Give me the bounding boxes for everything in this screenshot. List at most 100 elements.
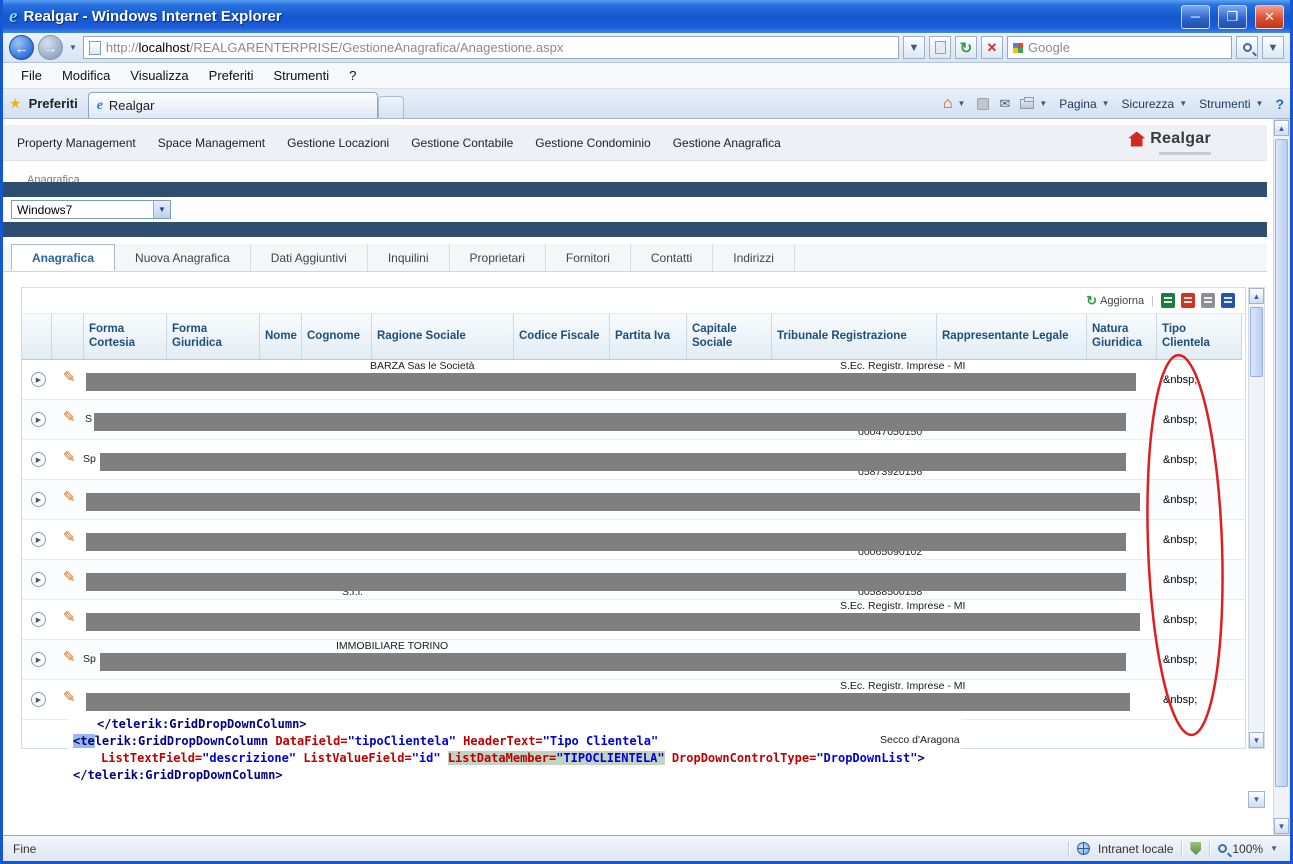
tab-inquilini[interactable]: Inquilini <box>368 244 450 271</box>
column-header-nome[interactable]: Nome <box>260 314 302 360</box>
column-header-natura-giuridica[interactable]: Natura Giuridica <box>1087 314 1157 360</box>
page-scrollbar[interactable]: ▲ ▼ <box>1273 119 1290 835</box>
menu-file[interactable]: File <box>11 65 52 86</box>
excel-export-icon[interactable] <box>1161 293 1175 308</box>
stop-button[interactable]: ✕ <box>981 36 1003 59</box>
zoom-control[interactable]: 100% ▼ <box>1218 842 1280 856</box>
edit-row-icon[interactable]: ✎ <box>63 410 76 425</box>
expand-row-icon[interactable]: ▶ <box>31 612 46 627</box>
scroll-up-icon[interactable]: ▲ <box>1249 288 1264 304</box>
address-dropdown-button[interactable]: ▼ <box>903 36 925 59</box>
zoom-dropdown-icon[interactable]: ▼ <box>1268 844 1280 853</box>
tab-nuova-anagrafica[interactable]: Nuova Anagrafica <box>115 244 251 271</box>
grid-refresh-button[interactable]: ↻ Aggiorna <box>1086 293 1144 309</box>
home-icon: ⌂ <box>942 94 953 112</box>
edit-row-icon[interactable]: ✎ <box>63 450 76 465</box>
tab-dati-aggiuntivi[interactable]: Dati Aggiuntivi <box>251 244 368 271</box>
address-field[interactable]: http://localhost/REALGARENTERPRISE/Gesti… <box>82 36 899 59</box>
tab-fornitori[interactable]: Fornitori <box>546 244 631 271</box>
expand-row-icon[interactable]: ▶ <box>31 412 46 427</box>
column-header-partita-iva[interactable]: Partita Iva <box>610 314 687 360</box>
app-nav-gestione-condominio[interactable]: Gestione Condominio <box>535 136 650 150</box>
expand-row-icon[interactable]: ▶ <box>31 492 46 507</box>
browser-tab[interactable]: e Realgar <box>87 92 378 118</box>
column-header-cognome[interactable]: Cognome <box>302 314 372 360</box>
column-header-rappresentante-legale[interactable]: Rappresentante Legale <box>937 314 1087 360</box>
app-nav-space-management[interactable]: Space Management <box>158 136 265 150</box>
page-menu-button[interactable]: Pagina ▼ <box>1059 97 1111 111</box>
page-scroll-down-icon[interactable]: ▼ <box>1274 818 1289 834</box>
search-input[interactable]: Google <box>1007 36 1232 59</box>
grid-scrollbar[interactable]: ▲ ▼ <box>1248 287 1265 749</box>
edit-row-icon[interactable]: ✎ <box>63 570 76 585</box>
expand-row-icon[interactable]: ▶ <box>31 372 46 387</box>
read-mail-button[interactable]: ✉ <box>999 96 1010 112</box>
feeds-button[interactable] <box>977 97 990 110</box>
tab-proprietari[interactable]: Proprietari <box>450 244 546 271</box>
menu-blank[interactable]: ? <box>339 65 366 86</box>
edit-row-icon[interactable]: ✎ <box>63 530 76 545</box>
scroll-down-icon[interactable]: ▼ <box>1249 732 1264 748</box>
app-nav-property-management[interactable]: Property Management <box>17 136 136 150</box>
logo-tagline <box>1159 152 1211 155</box>
app-nav-gestione-locazioni[interactable]: Gestione Locazioni <box>287 136 389 150</box>
tools-menu-button[interactable]: Strumenti ▼ <box>1199 97 1265 111</box>
code-token: ListTextField= <box>101 751 203 765</box>
back-button[interactable]: ← <box>9 35 34 60</box>
column-header-codice-fiscale[interactable]: Codice Fiscale <box>514 314 610 360</box>
home-button[interactable]: ⌂ ▼ <box>943 95 968 113</box>
tab-contatti[interactable]: Contatti <box>631 244 714 271</box>
row-text-fragment: BARZA Sas le Società <box>370 360 475 372</box>
edit-row-icon[interactable]: ✎ <box>63 650 76 665</box>
pane-scroll-down-icon[interactable]: ▼ <box>1248 791 1265 808</box>
ie-logo-icon: e <box>9 5 18 27</box>
printer-icon <box>1020 96 1035 109</box>
tab-anagrafica[interactable]: Anagrafica <box>11 244 116 271</box>
csv-export-icon[interactable] <box>1201 293 1215 308</box>
app-nav-gestione-anagrafica[interactable]: Gestione Anagrafica <box>673 136 781 150</box>
forward-button[interactable]: → <box>38 35 63 60</box>
safety-menu-button[interactable]: Sicurezza ▼ <box>1122 97 1190 111</box>
expand-row-icon[interactable]: ▶ <box>31 692 46 707</box>
expand-row-icon[interactable]: ▶ <box>31 532 46 547</box>
expand-row-icon[interactable]: ▶ <box>31 572 46 587</box>
word-export-icon[interactable] <box>1221 293 1235 308</box>
column-header-capitale-sociale[interactable]: Capitale Sociale <box>687 314 772 360</box>
menu-preferiti[interactable]: Preferiti <box>199 65 264 86</box>
help-button[interactable]: ? <box>1275 96 1284 112</box>
chevron-down-icon[interactable]: ▼ <box>153 201 170 218</box>
history-dropdown-icon[interactable]: ▼ <box>67 43 79 52</box>
app-nav-gestione-contabile[interactable]: Gestione Contabile <box>411 136 513 150</box>
tab-indirizzi[interactable]: Indirizzi <box>713 244 795 271</box>
column-header-forma-giuridica[interactable]: Forma Giuridica <box>167 314 260 360</box>
maximize-button[interactable]: ❐ <box>1218 4 1247 29</box>
edit-row-icon[interactable]: ✎ <box>63 610 76 625</box>
column-header-forma-cortesia[interactable]: Forma Cortesia <box>84 314 167 360</box>
menu-strumenti[interactable]: Strumenti <box>263 65 339 86</box>
expand-row-icon[interactable]: ▶ <box>31 652 46 667</box>
intranet-globe-icon <box>1076 842 1090 855</box>
pdf-export-icon[interactable] <box>1181 293 1195 308</box>
print-button[interactable]: ▼ <box>1020 96 1049 109</box>
page-scroll-up-icon[interactable]: ▲ <box>1274 120 1289 136</box>
menu-visualizza[interactable]: Visualizza <box>120 65 198 86</box>
minimize-button[interactable]: ─ <box>1181 4 1210 29</box>
filter-dropdown[interactable]: Windows7 ▼ <box>11 200 171 219</box>
refresh-button[interactable]: ↻ <box>955 36 977 59</box>
expand-row-icon[interactable]: ▶ <box>31 452 46 467</box>
menu-modifica[interactable]: Modifica <box>52 65 120 86</box>
page-scroll-thumb[interactable] <box>1275 139 1288 787</box>
close-button[interactable]: ✕ <box>1255 4 1284 29</box>
compatibility-view-button[interactable] <box>929 36 951 59</box>
edit-row-icon[interactable]: ✎ <box>63 490 76 505</box>
edit-row-icon[interactable]: ✎ <box>63 690 76 705</box>
edit-row-icon[interactable]: ✎ <box>63 370 76 385</box>
scroll-thumb[interactable] <box>1250 307 1263 377</box>
favorites-button[interactable]: ★ Preferiti <box>9 95 78 112</box>
column-header-ragione-sociale[interactable]: Ragione Sociale <box>372 314 514 360</box>
column-header-tribunale-registrazione[interactable]: Tribunale Registrazione <box>772 314 937 360</box>
new-tab-stub[interactable] <box>377 96 404 118</box>
search-button[interactable] <box>1236 36 1258 59</box>
search-dropdown-button[interactable]: ▼ <box>1262 36 1284 59</box>
column-header-tipo-clientela[interactable]: Tipo Clientela <box>1157 314 1242 360</box>
